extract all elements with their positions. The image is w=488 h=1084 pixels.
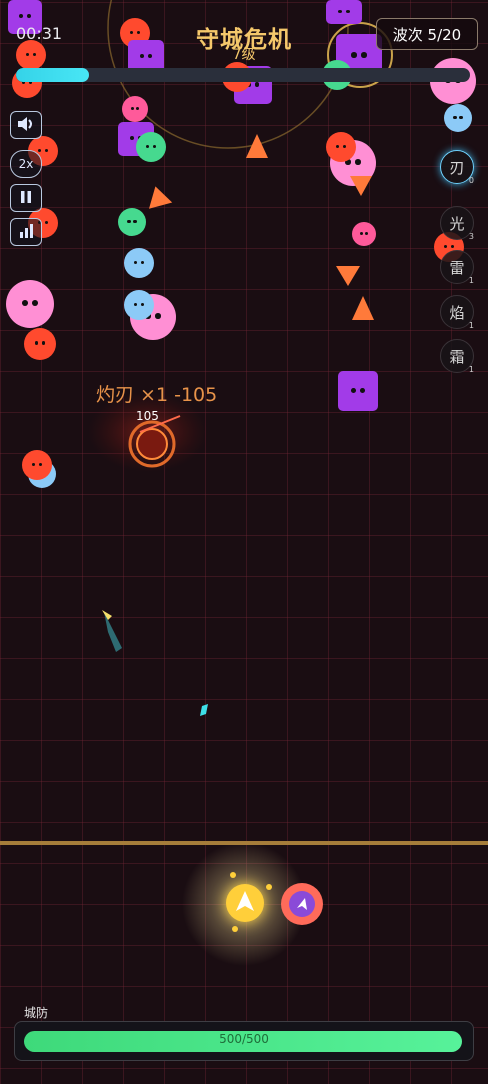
enemy-ball bbox=[136, 132, 166, 162]
city-hp-bar: 500/500 bbox=[14, 1021, 474, 1061]
enemy-ball bbox=[22, 450, 52, 480]
skill-name: 霜 bbox=[449, 347, 465, 366]
orbit-dot bbox=[232, 926, 238, 932]
skill-count: 0 bbox=[468, 176, 474, 185]
skill-slot-flame[interactable]: 焰 1 bbox=[440, 295, 474, 330]
enemy-ball bbox=[444, 104, 472, 132]
arrow-up-icon bbox=[235, 890, 255, 916]
skill-name: 刃 bbox=[449, 158, 465, 177]
stats-icon bbox=[18, 223, 34, 241]
enemy-ball bbox=[352, 222, 376, 246]
support-turret[interactable] bbox=[281, 883, 323, 925]
pause-button[interactable] bbox=[10, 184, 42, 212]
damage-number: 105 bbox=[136, 409, 159, 423]
city-wall-line bbox=[0, 841, 488, 845]
city-hp-text: 500/500 bbox=[219, 1032, 269, 1046]
speaker-icon bbox=[17, 116, 35, 135]
xp-bar-fill bbox=[16, 68, 89, 82]
enemy-square bbox=[338, 371, 378, 411]
skill-slot-light[interactable]: 光 3 bbox=[440, 206, 474, 241]
sound-button[interactable] bbox=[10, 111, 42, 139]
shard bbox=[200, 704, 208, 716]
enemy-triangle bbox=[352, 296, 374, 320]
enemy-ball bbox=[6, 280, 54, 328]
enemy-triangle bbox=[350, 176, 372, 196]
projectile bbox=[104, 612, 122, 652]
enemy-ball bbox=[118, 208, 146, 236]
orbit-dot bbox=[266, 884, 272, 890]
skill-count: 3 bbox=[468, 232, 474, 241]
skill-count: 1 bbox=[468, 365, 474, 374]
orbit-dot bbox=[230, 872, 236, 878]
arrow-icon bbox=[289, 891, 315, 917]
enemy-triangle bbox=[336, 266, 360, 286]
city-defense-label: 城防 bbox=[24, 1006, 49, 1020]
skill-slot-blade[interactable]: 刃 0 bbox=[440, 150, 474, 185]
skill-slot-frost[interactable]: 霜 1 bbox=[440, 339, 474, 374]
speed-label: 2x bbox=[18, 157, 34, 171]
skill-name: 焰 bbox=[449, 303, 465, 322]
pause-icon bbox=[19, 190, 33, 207]
speed-button[interactable]: 2x bbox=[10, 150, 42, 178]
hit-text: 灼刃 ×1 -105 bbox=[96, 384, 218, 406]
enemy-ball bbox=[24, 328, 56, 360]
enemy-ball bbox=[326, 132, 356, 162]
enemy-ball bbox=[124, 248, 154, 278]
enemy-ball bbox=[124, 290, 154, 320]
enemy-ball bbox=[122, 96, 148, 122]
stats-button[interactable] bbox=[10, 218, 42, 246]
player-turret[interactable] bbox=[226, 884, 264, 922]
skill-count: 1 bbox=[468, 321, 474, 330]
skill-name: 光 bbox=[449, 214, 465, 233]
skill-name: 雷 bbox=[449, 258, 465, 277]
xp-bar bbox=[16, 68, 470, 82]
skill-slot-thunder[interactable]: 雷 1 bbox=[440, 250, 474, 285]
wave-counter: 波次 5/20 bbox=[376, 18, 478, 50]
skill-count: 1 bbox=[468, 276, 474, 285]
enemy-triangle bbox=[246, 134, 268, 158]
